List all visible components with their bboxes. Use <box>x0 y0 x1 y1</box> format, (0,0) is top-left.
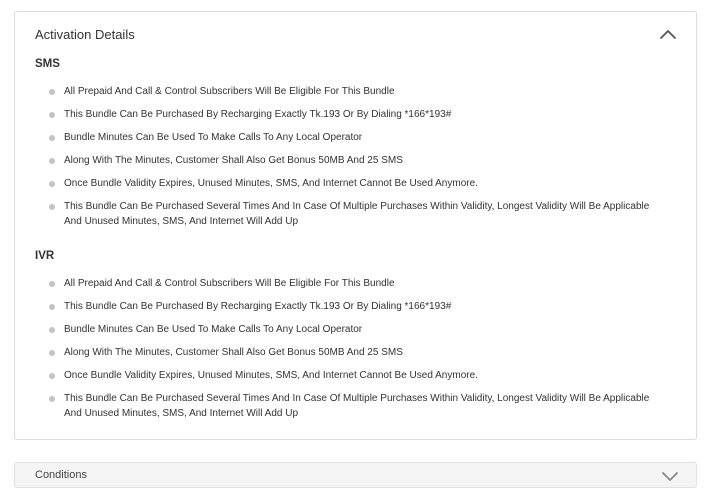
sms-section-title: SMS <box>35 58 60 70</box>
ivr-section: IVR All Prepaid And Call & Control Subsc… <box>35 248 675 429</box>
bullet-dot-icon <box>49 134 55 141</box>
list-item-text: This Bundle Can Be Purchased Several Tim… <box>64 393 650 419</box>
list-item: All Prepaid And Call & Control Subscribe… <box>35 276 664 291</box>
sms-bullet-list: All Prepaid And Call & Control Subscribe… <box>35 84 675 229</box>
conditions-accordion[interactable]: Conditions <box>14 462 697 488</box>
bullet-dot-icon <box>49 395 55 402</box>
list-item: Along With The Minutes, Customer Shall A… <box>35 153 664 168</box>
activation-details-header[interactable]: Activation Details <box>15 12 696 56</box>
list-item: This Bundle Can Be Purchased By Rechargi… <box>35 107 664 122</box>
bullet-dot-icon <box>49 349 55 356</box>
list-item: This Bundle Can Be Purchased Several Tim… <box>35 391 664 421</box>
conditions-title: Conditions <box>35 469 87 481</box>
list-item-text: All Prepaid And Call & Control Subscribe… <box>64 278 395 289</box>
bullet-dot-icon <box>49 111 55 118</box>
list-item-text: Bundle Minutes Can Be Used To Make Calls… <box>64 324 363 335</box>
list-item-text: Once Bundle Validity Expires, Unused Min… <box>64 370 478 381</box>
list-item: All Prepaid And Call & Control Subscribe… <box>35 84 664 99</box>
ivr-section-title: IVR <box>35 250 55 262</box>
sms-section: SMS All Prepaid And Call & Control Subsc… <box>35 56 675 237</box>
activation-details-title: Activation Details <box>35 27 135 42</box>
bullet-dot-icon <box>49 326 55 333</box>
list-item-text: All Prepaid And Call & Control Subscribe… <box>64 86 395 97</box>
list-item: Bundle Minutes Can Be Used To Make Calls… <box>35 130 664 145</box>
list-item: This Bundle Can Be Purchased By Rechargi… <box>35 299 664 314</box>
list-item-text: Bundle Minutes Can Be Used To Make Calls… <box>64 132 363 143</box>
chevron-up-icon[interactable] <box>658 27 678 41</box>
list-item: This Bundle Can Be Purchased Several Tim… <box>35 199 664 229</box>
activation-details-panel: Activation Details SMS All Prepaid And C… <box>14 11 697 440</box>
list-item-text: Along With The Minutes, Customer Shall A… <box>64 347 403 358</box>
list-item: Once Bundle Validity Expires, Unused Min… <box>35 368 664 383</box>
list-item: Bundle Minutes Can Be Used To Make Calls… <box>35 322 664 337</box>
bullet-dot-icon <box>49 303 55 310</box>
list-item-text: This Bundle Can Be Purchased Several Tim… <box>64 201 650 227</box>
list-item-text: This Bundle Can Be Purchased By Rechargi… <box>64 301 452 312</box>
bullet-dot-icon <box>49 88 55 95</box>
bullet-dot-icon <box>49 372 55 379</box>
list-item: Once Bundle Validity Expires, Unused Min… <box>35 176 664 191</box>
chevron-down-icon[interactable] <box>660 469 680 483</box>
bullet-dot-icon <box>49 203 55 210</box>
bullet-dot-icon <box>49 280 55 287</box>
ivr-bullet-list: All Prepaid And Call & Control Subscribe… <box>35 276 675 421</box>
list-item-text: Once Bundle Validity Expires, Unused Min… <box>64 178 478 189</box>
list-item-text: This Bundle Can Be Purchased By Rechargi… <box>64 109 452 120</box>
bullet-dot-icon <box>49 180 55 187</box>
bullet-dot-icon <box>49 157 55 164</box>
list-item: Along With The Minutes, Customer Shall A… <box>35 345 664 360</box>
list-item-text: Along With The Minutes, Customer Shall A… <box>64 155 403 166</box>
